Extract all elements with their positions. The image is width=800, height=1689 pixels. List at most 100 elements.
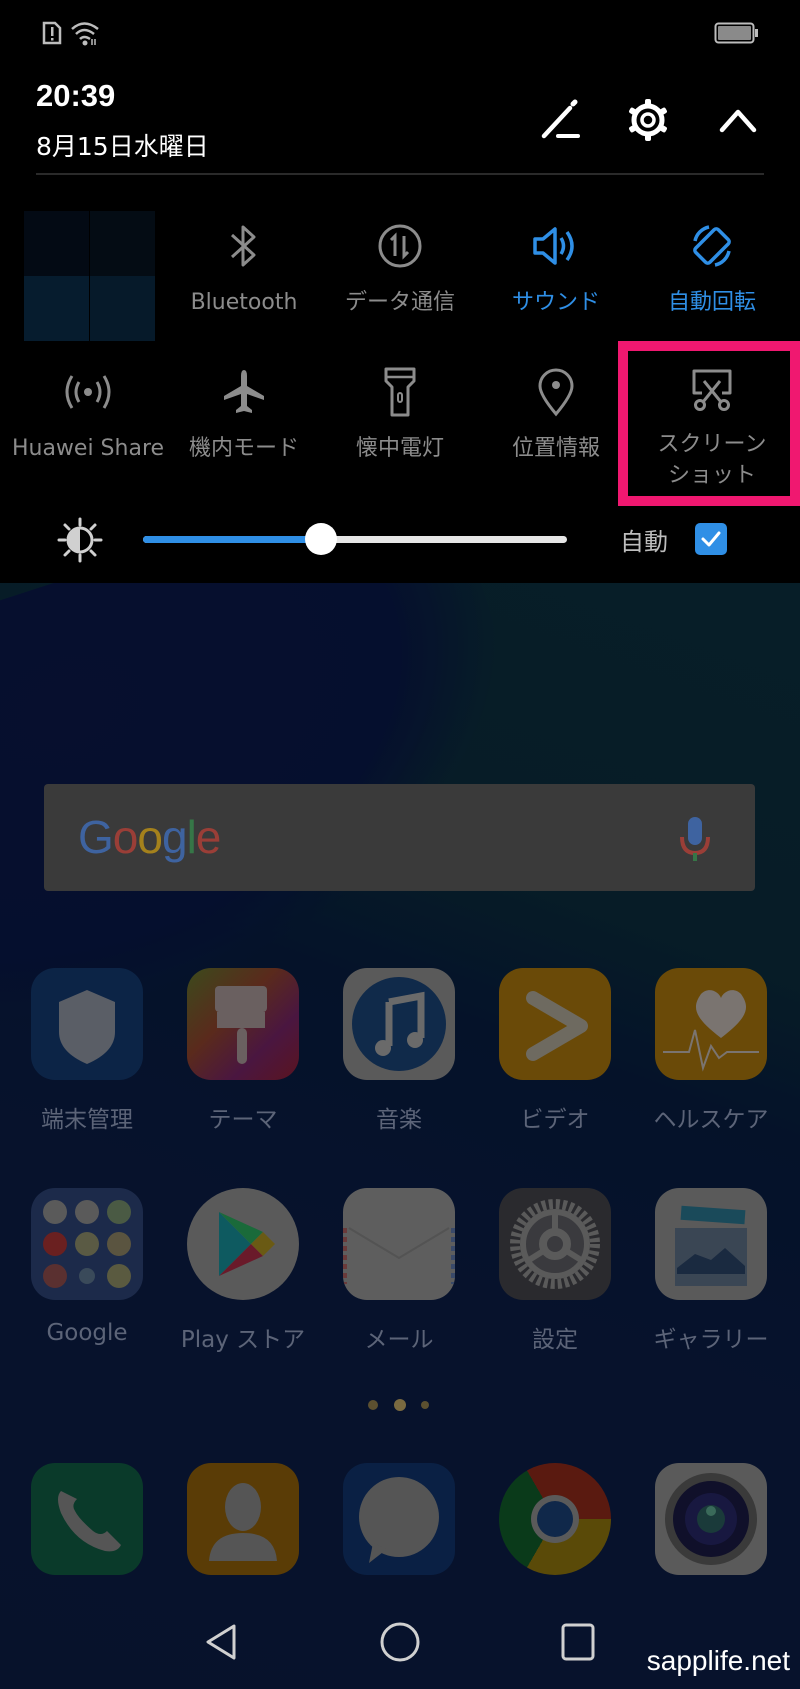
envelope-icon xyxy=(343,1188,455,1300)
app-themes[interactable]: テーマ xyxy=(168,968,318,1134)
app-label: Google xyxy=(46,1320,128,1346)
location-icon xyxy=(529,365,583,419)
app-health[interactable]: ヘルスケア xyxy=(636,968,786,1134)
play-icon xyxy=(499,968,611,1080)
speaker-icon xyxy=(529,219,583,273)
logo-letter: g xyxy=(161,811,188,863)
header-divider xyxy=(36,173,764,175)
tile-auto-rotate[interactable]: 自動回転 xyxy=(637,215,787,345)
music-note-icon xyxy=(343,968,455,1080)
tile-huawei-share[interactable]: Huawei Share xyxy=(11,361,165,491)
dock-messages[interactable] xyxy=(324,1463,474,1575)
contacts-icon xyxy=(187,1463,299,1575)
wifi-icon xyxy=(70,20,102,50)
google-folder-icon xyxy=(31,1188,143,1300)
brightness-icon xyxy=(56,516,104,568)
back-button[interactable] xyxy=(192,1612,252,1672)
huawei-share-icon xyxy=(61,365,115,419)
app-video[interactable]: ビデオ xyxy=(480,968,630,1134)
logo-letter: l xyxy=(186,811,197,863)
tile-label: 位置情報 xyxy=(511,436,600,461)
logo-letter: e xyxy=(195,811,222,863)
flashlight-icon xyxy=(373,365,427,419)
tile-label: Bluetooth xyxy=(190,290,298,315)
sim-alert-icon xyxy=(42,21,62,49)
dock-contacts[interactable] xyxy=(168,1463,318,1575)
pencil-icon xyxy=(541,99,580,139)
settings-button[interactable] xyxy=(620,92,676,148)
app-device-manager[interactable]: 端末管理 xyxy=(12,968,162,1134)
app-label: テーマ xyxy=(208,1107,278,1133)
tile-airplane-mode[interactable]: 機内モード xyxy=(169,361,319,491)
app-music[interactable]: 音楽 xyxy=(324,968,474,1134)
logo-letter: o xyxy=(137,811,163,863)
app-mail[interactable]: メール xyxy=(324,1188,474,1354)
quick-settings-panel: 20:39 8月15日水曜日 Bluetooth データ通信 サウンド 自動回転… xyxy=(0,0,800,583)
chevron-up-icon xyxy=(719,109,757,133)
tile-label: Huawei Share xyxy=(11,436,165,461)
app-label: メール xyxy=(364,1327,434,1353)
page-dot-current[interactable] xyxy=(394,1399,406,1411)
gear-icon xyxy=(629,99,667,141)
recents-square-icon xyxy=(561,1623,595,1661)
app-settings[interactable]: 設定 xyxy=(480,1188,630,1354)
tile-bluetooth[interactable]: Bluetooth xyxy=(169,215,319,345)
heart-pulse-icon xyxy=(655,968,767,1080)
clock-date: 8月15日水曜日 xyxy=(36,132,209,161)
app-label: ギャラリー xyxy=(653,1327,769,1353)
brightness-slider[interactable] xyxy=(143,523,567,555)
tile-flashlight[interactable]: 懐中電灯 xyxy=(325,361,475,491)
app-gallery[interactable]: ギャラリー xyxy=(636,1188,786,1354)
app-play-store[interactable]: Play ストア xyxy=(168,1188,318,1354)
paintbrush-icon xyxy=(187,968,299,1080)
tile-label: 懐中電灯 xyxy=(355,436,444,461)
home-button[interactable] xyxy=(370,1612,430,1672)
watermark: sapplife.net xyxy=(646,1645,790,1676)
messages-icon xyxy=(343,1463,455,1575)
collapse-button[interactable] xyxy=(710,92,766,148)
recents-button[interactable] xyxy=(548,1612,608,1672)
play-store-icon xyxy=(187,1188,299,1300)
gallery-icon xyxy=(655,1188,767,1300)
logo-letter: G xyxy=(78,811,114,863)
tile-mobile-data[interactable]: データ通信 xyxy=(325,215,475,345)
page-dot[interactable] xyxy=(421,1401,429,1409)
app-label: ヘルスケア xyxy=(653,1107,769,1133)
back-triangle-icon xyxy=(206,1624,236,1660)
settings-gear-icon xyxy=(499,1188,611,1300)
tile-sound[interactable]: サウンド xyxy=(481,215,631,345)
battery-icon xyxy=(714,22,760,48)
dock-chrome[interactable] xyxy=(480,1463,630,1575)
clock-time: 20:39 xyxy=(36,78,116,113)
app-label: Play ストア xyxy=(180,1327,306,1353)
bluetooth-icon xyxy=(217,219,271,273)
tile-label: 自動回転 xyxy=(667,290,756,315)
media-preview-tile[interactable] xyxy=(24,211,155,341)
auto-brightness-checkbox[interactable] xyxy=(695,523,727,555)
app-google-folder[interactable]: Google xyxy=(12,1188,162,1346)
shield-icon xyxy=(31,968,143,1080)
dock-camera[interactable] xyxy=(636,1463,786,1575)
tile-label: 機内モード xyxy=(188,436,299,461)
dock-phone[interactable] xyxy=(12,1463,162,1575)
brightness-slider-fill xyxy=(143,536,322,543)
edit-tiles-button[interactable] xyxy=(532,92,588,148)
app-label: ビデオ xyxy=(520,1107,590,1133)
page-dot[interactable] xyxy=(368,1400,378,1410)
phone-icon xyxy=(31,1463,143,1575)
logo-letter: o xyxy=(112,811,139,863)
home-circle-icon xyxy=(380,1622,420,1662)
auto-brightness-label: 自動 xyxy=(620,528,668,556)
mic-icon[interactable] xyxy=(677,815,713,869)
tile-label: データ通信 xyxy=(344,290,455,315)
app-label: 設定 xyxy=(532,1327,578,1353)
brightness-slider-thumb[interactable] xyxy=(305,523,338,555)
tile-location[interactable]: 位置情報 xyxy=(481,361,631,491)
mobile-data-icon xyxy=(373,219,427,273)
chrome-icon xyxy=(499,1463,611,1575)
camera-icon xyxy=(655,1463,767,1575)
google-logo: Google xyxy=(78,810,222,864)
airplane-icon xyxy=(217,365,271,419)
app-label: 端末管理 xyxy=(41,1107,133,1133)
checkmark-icon xyxy=(701,531,721,547)
